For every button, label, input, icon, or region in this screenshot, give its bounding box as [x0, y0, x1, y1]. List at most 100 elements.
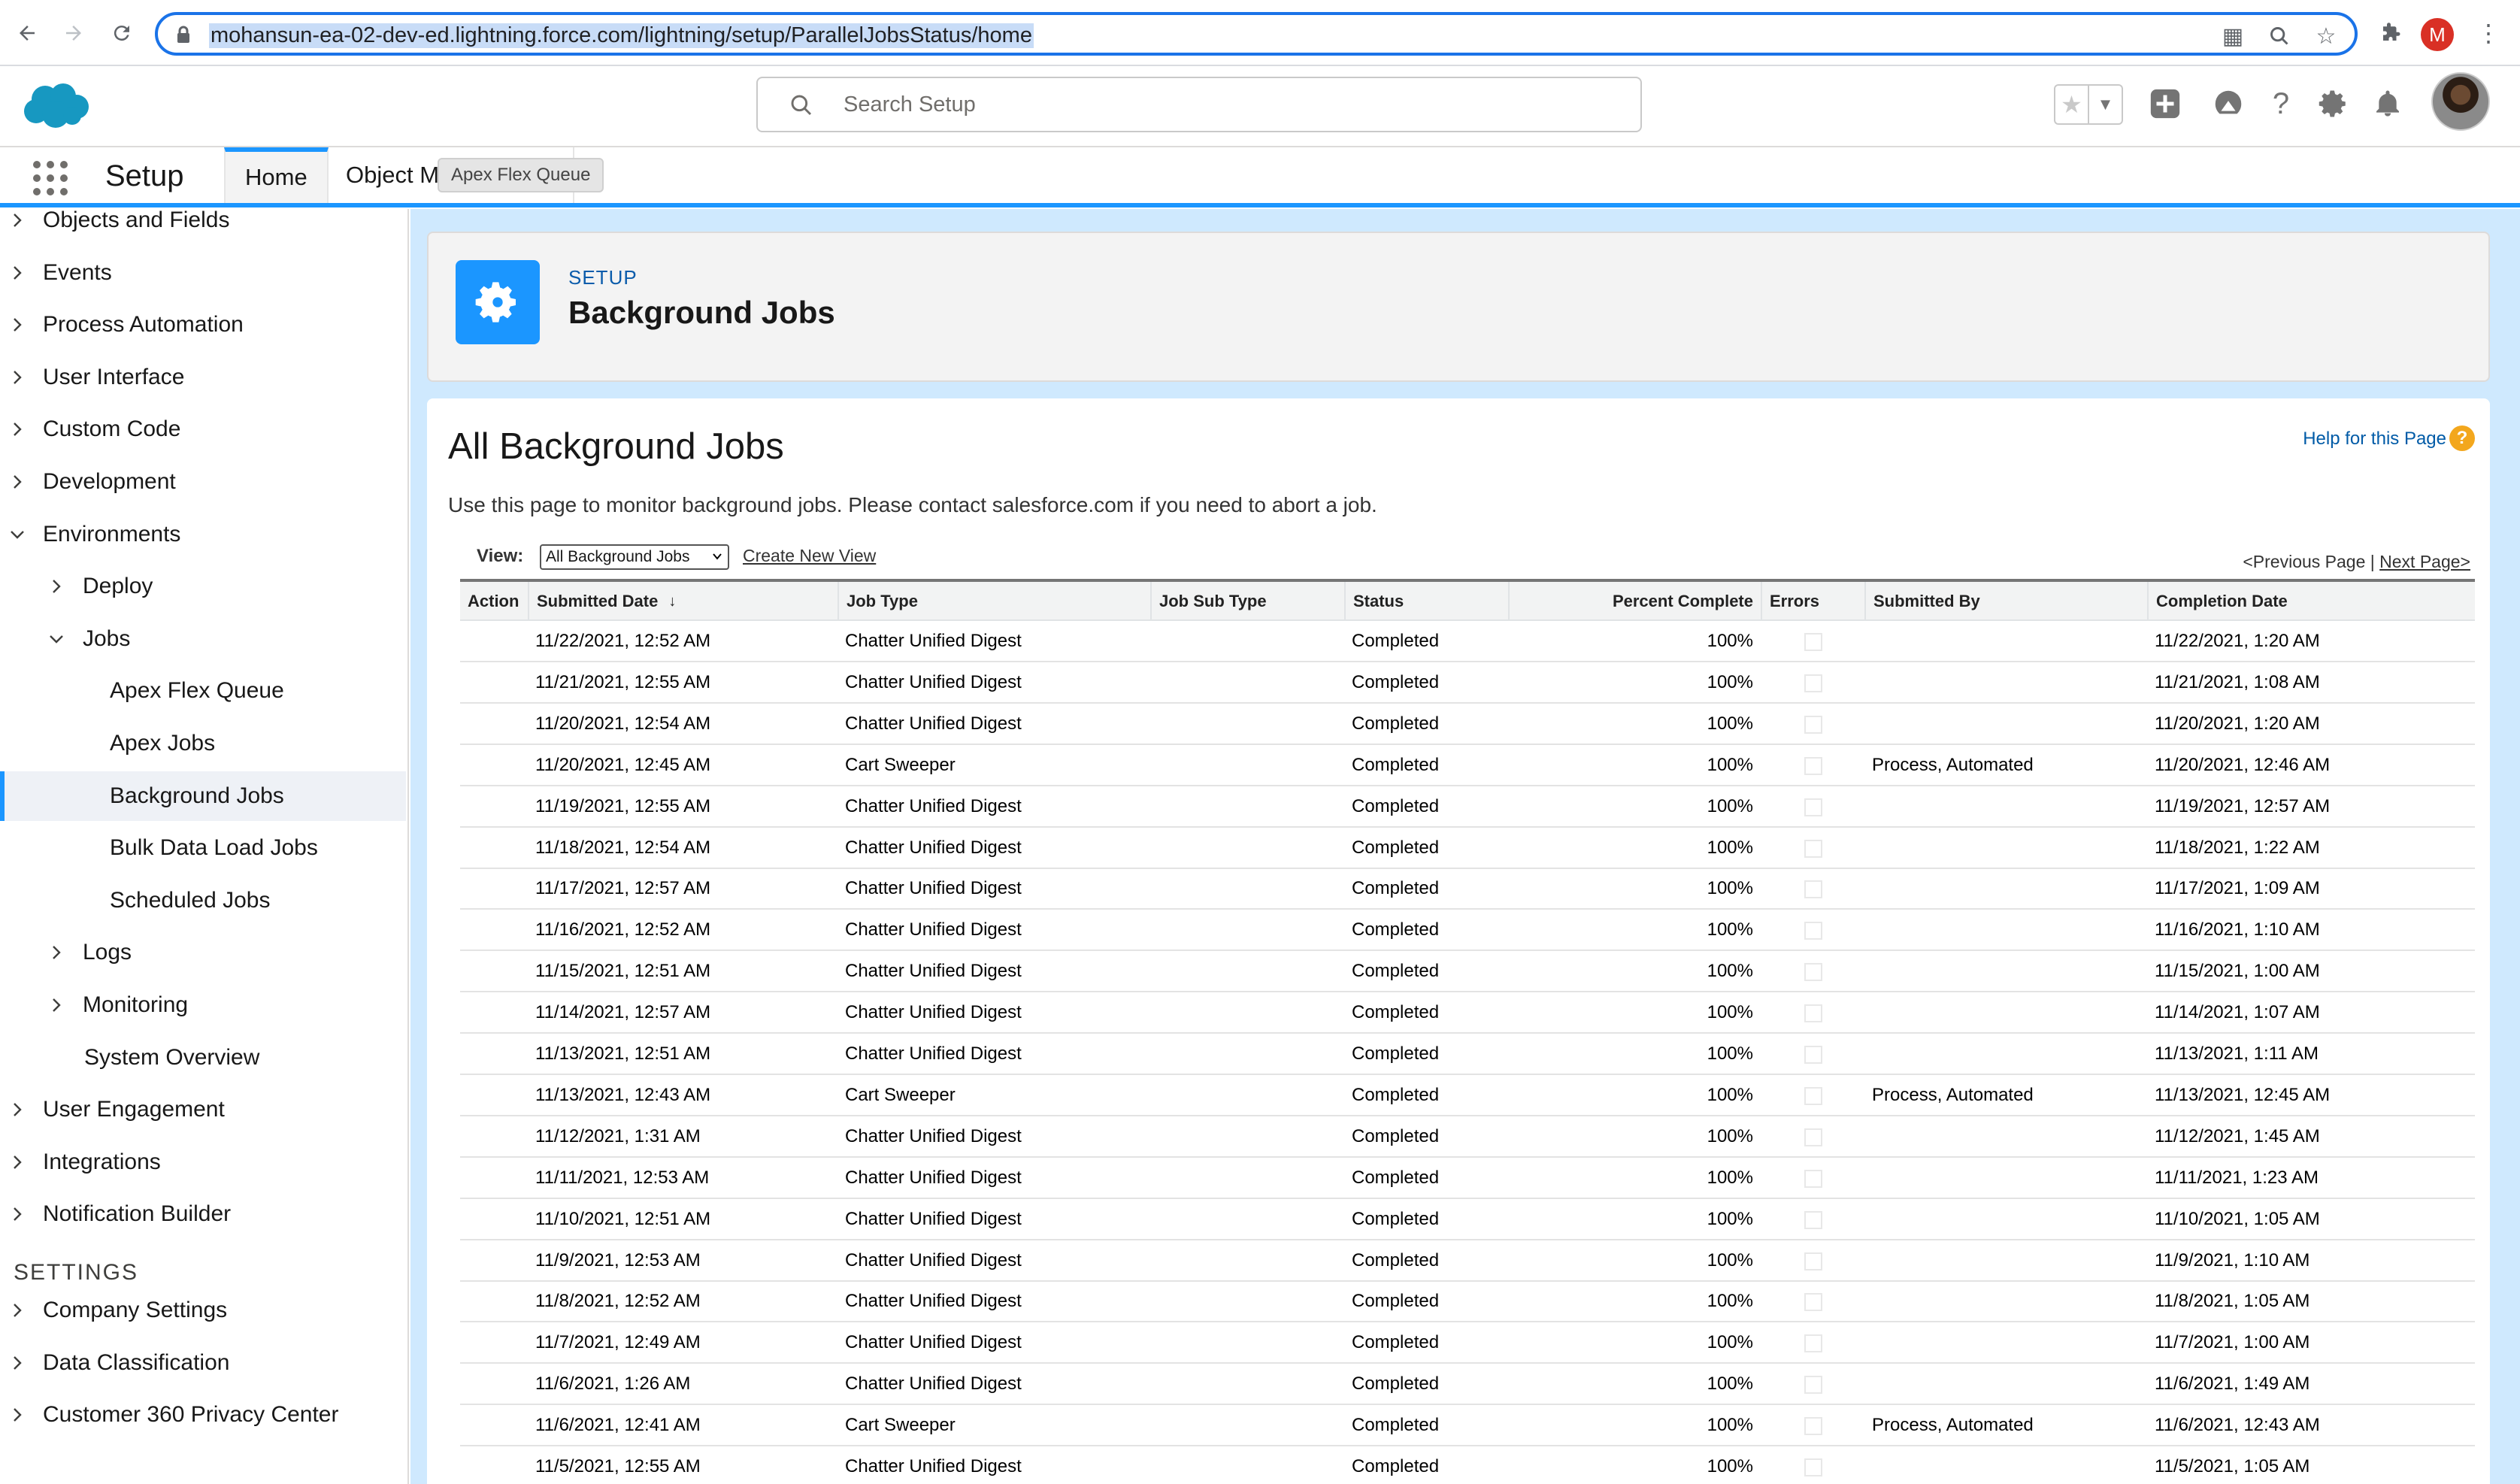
table-row[interactable]: 11/6/2021, 12:41 AM Cart Sweeper Completed… — [460, 1405, 2475, 1447]
table-row[interactable]: 11/9/2021, 12:53 AM Chatter Unified Diges… — [460, 1240, 2475, 1282]
sidebar-item-objects-and-fields[interactable]: Objects and Fields — [0, 209, 406, 245]
address-bar[interactable]: mohansun-ea-02-dev-ed.lightning.force.co… — [155, 12, 2358, 56]
sidebar-item-monitoring[interactable]: Monitoring — [0, 980, 406, 1030]
url-text[interactable]: mohansun-ea-02-dev-ed.lightning.force.co… — [209, 23, 1034, 48]
table-row[interactable]: 11/13/2021, 12:43 AM Cart Sweeper Complete… — [460, 1075, 2475, 1116]
col-status[interactable]: Status — [1344, 582, 1508, 621]
zoom-icon[interactable] — [2266, 23, 2293, 50]
sidebar-item-process-automation[interactable]: Process Automation — [0, 300, 406, 350]
sidebar-item-system-overview[interactable]: System Overview — [0, 1033, 406, 1083]
notifications-bell-icon[interactable] — [2367, 83, 2409, 125]
col-submitted-by[interactable]: Submitted By — [1864, 582, 2147, 621]
star-icon[interactable]: ★ — [2055, 86, 2089, 123]
chevron-right-icon[interactable] — [9, 212, 26, 229]
table-row[interactable]: 11/11/2021, 12:53 AM Chatter Unified Dige… — [460, 1158, 2475, 1199]
sidebar-item-user-engagement[interactable]: User Engagement — [0, 1085, 406, 1134]
table-row[interactable]: 11/20/2021, 12:54 AM Chatter Unified Dige… — [460, 704, 2475, 745]
chevron-right-icon[interactable] — [9, 1355, 26, 1371]
chevron-right-icon[interactable] — [9, 1101, 26, 1118]
table-row[interactable]: 11/16/2021, 12:52 AM Chatter Unified Dige… — [460, 910, 2475, 952]
sidebar-item-custom-code[interactable]: Custom Code — [0, 404, 406, 454]
table-row[interactable]: 11/10/2021, 12:51 AM Chatter Unified Dige… — [460, 1199, 2475, 1240]
sidebar-item-development[interactable]: Development — [0, 457, 406, 507]
global-search[interactable] — [756, 77, 1642, 132]
profile-avatar[interactable]: M — [2421, 18, 2454, 51]
table-row[interactable]: 11/15/2021, 12:51 AM Chatter Unified Dige… — [460, 951, 2475, 993]
table-row[interactable]: 11/21/2021, 12:55 AM Chatter Unified Dige… — [460, 662, 2475, 704]
chevron-right-icon[interactable] — [48, 944, 65, 961]
chevron-right-icon[interactable] — [9, 421, 26, 438]
table-row[interactable]: 11/14/2021, 12:57 AM Chatter Unified Dige… — [460, 992, 2475, 1034]
chevron-right-icon[interactable] — [9, 265, 26, 281]
bookmark-star-icon[interactable]: ☆ — [2313, 23, 2340, 50]
col-submitted-date[interactable]: Submitted Date ↓ — [528, 582, 837, 621]
table-row[interactable]: 11/22/2021, 12:52 AM Chatter Unified Dige… — [460, 621, 2475, 662]
search-input[interactable] — [844, 78, 1520, 131]
back-icon[interactable] — [9, 15, 45, 51]
forward-icon[interactable] — [56, 15, 92, 51]
chevron-right-icon[interactable] — [9, 1302, 26, 1319]
table-row[interactable]: 11/8/2021, 12:52 AM Chatter Unified Diges… — [460, 1281, 2475, 1323]
next-page-link[interactable]: Next Page> — [2379, 552, 2470, 571]
sidebar-item-jobs[interactable]: Jobs — [0, 614, 406, 664]
col-job-type[interactable]: Job Type — [837, 582, 1150, 621]
create-new-view-link[interactable]: Create New View — [743, 546, 876, 566]
sidebar-item-notification-builder[interactable]: Notification Builder — [0, 1189, 406, 1239]
help-question-icon[interactable]: ? — [2449, 426, 2475, 451]
view-select[interactable]: All Background Jobs — [540, 544, 729, 570]
extensions-icon[interactable] — [2376, 18, 2406, 48]
table-row[interactable]: 11/6/2021, 1:26 AM Chatter Unified Digest… — [460, 1364, 2475, 1406]
sidebar-item-background-jobs[interactable]: Background Jobs — [0, 771, 406, 821]
previous-page-link[interactable]: <Previous Page — [2243, 552, 2365, 571]
sidebar-item-deploy[interactable]: Deploy — [0, 562, 406, 611]
setup-gear-icon[interactable] — [2313, 83, 2355, 125]
sidebar-item-user-interface[interactable]: User Interface — [0, 353, 406, 402]
sidebar-item-apex-flex-queue[interactable]: Apex Flex Queue — [0, 666, 406, 716]
sidebar-item-customer-360-privacy-center[interactable]: Customer 360 Privacy Center — [0, 1390, 406, 1440]
col-action[interactable]: Action — [460, 582, 528, 621]
table-row[interactable]: 11/5/2021, 12:55 AM Chatter Unified Diges… — [460, 1446, 2475, 1484]
chevron-right-icon[interactable] — [9, 369, 26, 386]
chevron-right-icon[interactable] — [9, 316, 26, 333]
sidebar-item-apex-jobs[interactable]: Apex Jobs — [0, 719, 406, 768]
qr-code-icon[interactable]: ▦ — [2219, 23, 2246, 50]
table-row[interactable]: 11/12/2021, 1:31 AM Chatter Unified Diges… — [460, 1116, 2475, 1158]
table-row[interactable]: 11/20/2021, 12:45 AM Cart Sweeper Complete… — [460, 745, 2475, 786]
col-percent-complete[interactable]: Percent Complete — [1508, 582, 1761, 621]
table-row[interactable]: 11/17/2021, 12:57 AM Chatter Unified Dige… — [460, 868, 2475, 910]
sidebar-item-data-classification[interactable]: Data Classification — [0, 1338, 406, 1388]
sidebar-item-company-settings[interactable]: Company Settings — [0, 1286, 406, 1335]
more-menu-icon[interactable]: ⋮ — [2473, 18, 2503, 48]
chevron-down-icon[interactable]: ▼ — [2089, 86, 2122, 123]
table-row[interactable]: 11/7/2021, 12:49 AM Chatter Unified Diges… — [460, 1322, 2475, 1364]
col-completion-date[interactable]: Completion Date — [2147, 582, 2475, 621]
help-icon[interactable]: ? — [2260, 83, 2302, 125]
table-row[interactable]: 11/19/2021, 12:55 AM Chatter Unified Dige… — [460, 786, 2475, 828]
chevron-right-icon[interactable] — [9, 1407, 26, 1423]
sidebar-item-bulk-data-load-jobs[interactable]: Bulk Data Load Jobs — [0, 823, 406, 873]
col-errors[interactable]: Errors — [1761, 582, 1864, 621]
trailhead-icon[interactable] — [2207, 83, 2249, 125]
sidebar-item-integrations[interactable]: Integrations — [0, 1137, 406, 1187]
chevron-right-icon[interactable] — [9, 1154, 26, 1171]
chevron-down-icon[interactable] — [9, 526, 26, 543]
sidebar-item-scheduled-jobs[interactable]: Scheduled Jobs — [0, 876, 406, 925]
table-row[interactable]: 11/13/2021, 12:51 AM Chatter Unified Dige… — [460, 1034, 2475, 1075]
help-link[interactable]: Help for this Page — [2303, 429, 2446, 450]
favorites-button[interactable]: ★ ▼ — [2054, 84, 2123, 125]
chevron-down-icon[interactable] — [48, 631, 65, 647]
tab-home[interactable]: Home — [224, 147, 329, 203]
chevron-right-icon[interactable] — [48, 578, 65, 595]
table-row[interactable]: 11/18/2021, 12:54 AM Chatter Unified Dige… — [460, 828, 2475, 869]
user-avatar[interactable] — [2431, 72, 2490, 131]
chevron-right-icon[interactable] — [48, 997, 65, 1013]
app-launcher-icon[interactable] — [33, 161, 68, 195]
sidebar-item-environments[interactable]: Environments — [0, 510, 406, 559]
sidebar-item-events[interactable]: Events — [0, 248, 406, 298]
global-actions-icon[interactable] — [2144, 83, 2186, 125]
salesforce-cloud-icon[interactable] — [21, 80, 90, 129]
col-job-sub-type[interactable]: Job Sub Type — [1150, 582, 1344, 621]
reload-icon[interactable] — [104, 15, 140, 51]
chevron-right-icon[interactable] — [9, 1206, 26, 1222]
chevron-right-icon[interactable] — [9, 474, 26, 490]
